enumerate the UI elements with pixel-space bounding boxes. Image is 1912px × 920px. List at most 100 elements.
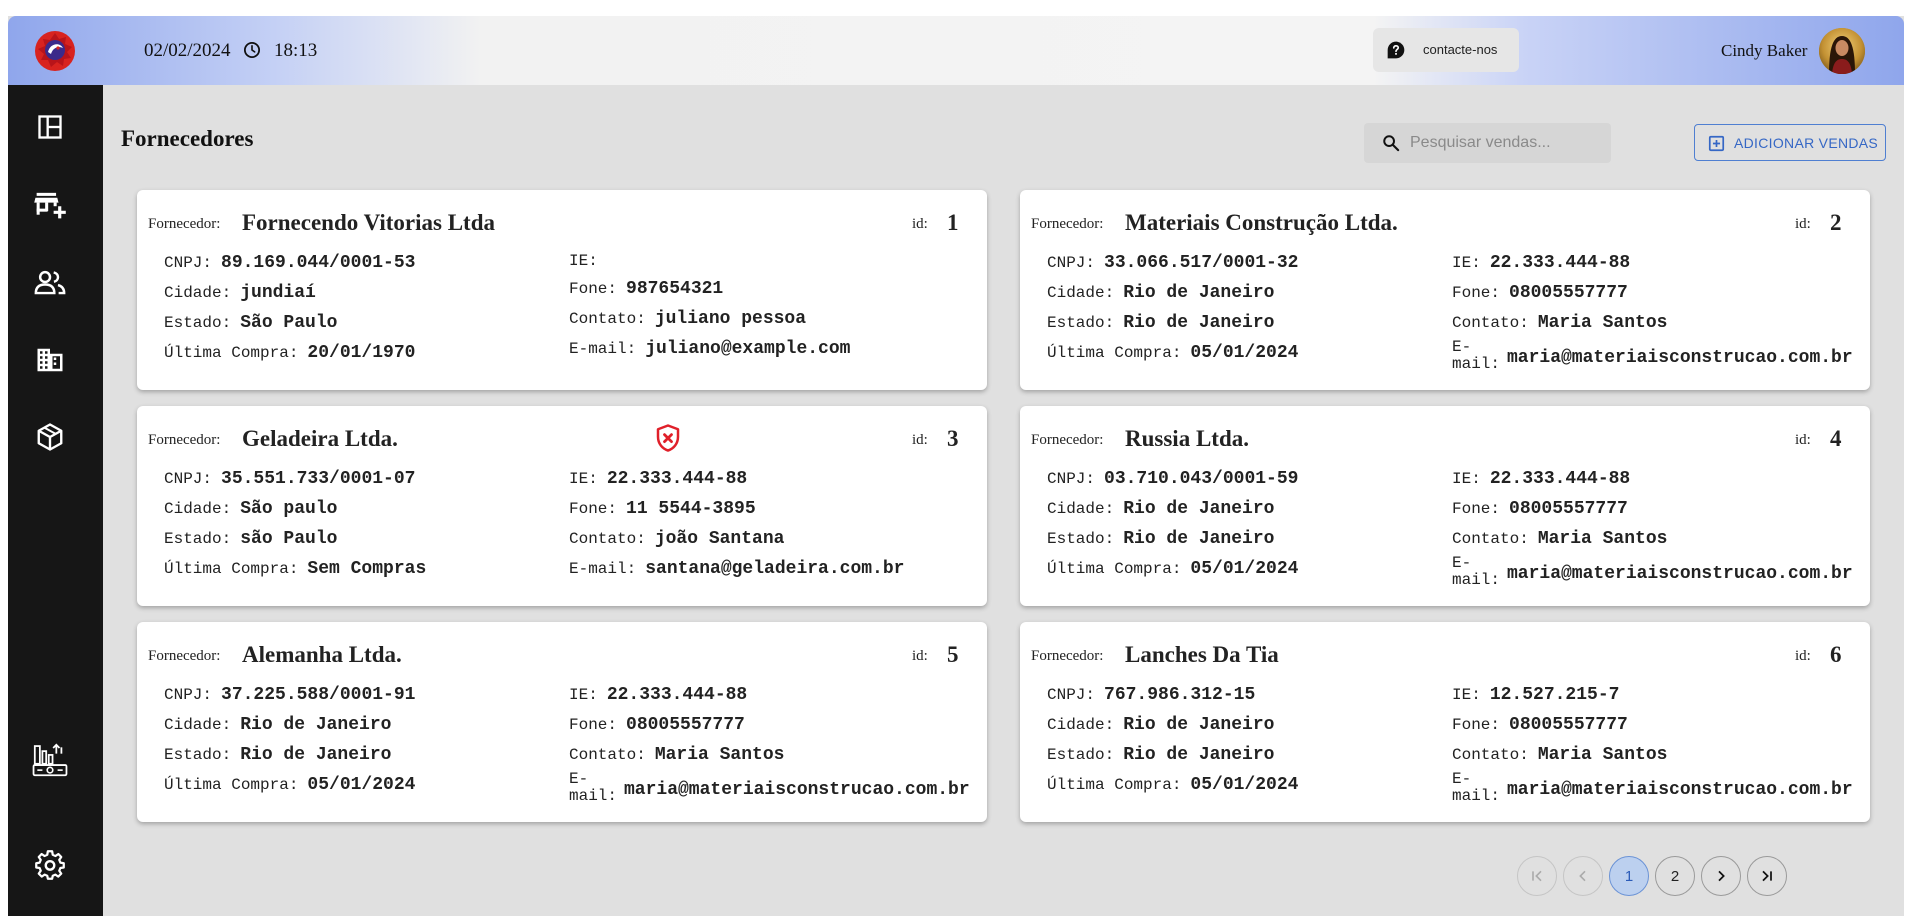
avatar-image (1819, 28, 1865, 74)
sidebar-item-products[interactable] (33, 420, 67, 454)
supplier-label: Fornecedor: (1031, 216, 1104, 232)
contato-value: joão Santana (654, 529, 785, 549)
ultima-compra-label: Última Compra: (1047, 560, 1182, 578)
ie-value: 22.333.444-88 (606, 469, 748, 489)
add-sales-button[interactable]: ADICIONAR VENDAS (1694, 124, 1886, 161)
field-contato: Contato: Maria Santos (569, 746, 784, 764)
sidebar-item-companies[interactable] (33, 343, 67, 377)
supplier-name: Fornecendo Vitorias Ltda (242, 210, 495, 235)
field-ie: IE: 12.527.215-7 (1452, 686, 1619, 704)
brand-logo[interactable] (32, 28, 78, 74)
supplier-card[interactable]: Fornecedor: Fornecendo Vitorias Ltda id:… (137, 190, 987, 390)
cnpj-value: 35.551.733/0001-07 (221, 469, 416, 489)
field-cnpj: CNPJ: 89.169.044/0001-53 (164, 254, 415, 272)
sidebar-item-dashboard[interactable] (33, 110, 67, 144)
top-header: 02/02/2024 18:13 contacte-nos Cindy Bake… (8, 16, 1904, 85)
gear-icon (35, 850, 65, 880)
supplier-card[interactable]: Fornecedor: Geladeira Ltda. id: 3 CNPJ: 3… (137, 406, 987, 606)
id-label: id: (1795, 216, 1811, 232)
cnpj-value: 37.225.588/0001-91 (221, 685, 416, 705)
field-estado: Estado: são Paulo (164, 530, 337, 548)
dashboard-icon (38, 115, 62, 139)
field-fone: Fone: 08005557777 (1452, 284, 1628, 302)
avatar[interactable] (1819, 28, 1865, 74)
supplier-id: 1 (947, 210, 959, 235)
contact-button[interactable]: contacte-nos (1373, 28, 1519, 72)
shield-alert-icon (656, 424, 680, 452)
field-fone: Fone: 11 5544-3895 (569, 500, 756, 518)
contato-value: juliano pessoa (654, 309, 807, 329)
supplier-label: Fornecedor: (1031, 432, 1104, 448)
field-ultima-compra: Última Compra: 05/01/2024 (164, 776, 415, 794)
search-input[interactable] (1410, 123, 1605, 163)
contato-value: Maria Santos (1537, 313, 1668, 333)
chevron-right-icon (1718, 870, 1725, 882)
field-cnpj: CNPJ: 37.225.588/0001-91 (164, 686, 415, 704)
field-estado: Estado: São Paulo (164, 314, 337, 332)
prev-page-button[interactable] (1563, 856, 1603, 896)
estado-label: Estado: (1047, 530, 1115, 548)
email-value: maria@materiaisconstrucao.com.br (1507, 564, 1853, 584)
search-box[interactable] (1364, 123, 1611, 163)
id-label: id: (912, 648, 928, 664)
ultima-compra-value: Sem Compras (307, 559, 427, 579)
first-page-icon (1532, 870, 1542, 882)
supplier-card[interactable]: Fornecedor: Lanches Da Tia id: 6 CNPJ: 76… (1020, 622, 1870, 822)
field-cidade: Cidade: Rio de Janeiro (1047, 500, 1274, 518)
field-ultima-compra: Última Compra: 05/01/2024 (1047, 344, 1298, 362)
ultima-compra-value: 05/01/2024 (307, 775, 416, 795)
sidebar-item-settings[interactable] (33, 848, 67, 882)
ie-label: IE: (569, 470, 598, 488)
clock-icon (243, 41, 261, 59)
supplier-id: 3 (947, 426, 959, 451)
contato-value: Maria Santos (654, 745, 785, 765)
estado-value: Rio de Janeiro (1123, 313, 1275, 333)
sidebar-item-add-product[interactable] (33, 188, 67, 222)
field-ie: IE: 22.333.444-88 (569, 686, 747, 704)
sidebar-item-users[interactable] (33, 265, 67, 299)
last-page-button[interactable] (1747, 856, 1787, 896)
supplier-id: 2 (1830, 210, 1842, 235)
field-email: E-mail: maria@materiaisconstrucao.com.br (1452, 771, 1853, 805)
header-date: 02/02/2024 (144, 40, 231, 61)
ultima-compra-label: Última Compra: (164, 776, 299, 794)
supplier-card[interactable]: Fornecedor: Russia Ltda. id: 4 CNPJ: 03.7… (1020, 406, 1870, 606)
contact-label: contacte-nos (1423, 42, 1498, 57)
field-cidade: Cidade: jundiaí (164, 284, 316, 302)
cnpj-label: CNPJ: (164, 254, 213, 272)
first-page-button[interactable] (1517, 856, 1557, 896)
fone-value: 08005557777 (1509, 499, 1628, 519)
page-button-2[interactable]: 2 (1655, 856, 1695, 896)
field-ultima-compra: Última Compra: 05/01/2024 (1047, 560, 1298, 578)
contato-value: Maria Santos (1537, 745, 1668, 765)
ie-label: IE: (569, 252, 598, 270)
ie-value: 22.333.444-88 (606, 685, 748, 705)
email-value: maria@materiaisconstrucao.com.br (624, 780, 970, 800)
cidade-value: São paulo (240, 499, 338, 519)
email-label: E-mail: (1452, 338, 1501, 373)
id-label: id: (912, 432, 928, 448)
field-cidade: Cidade: Rio de Janeiro (1047, 716, 1274, 734)
fone-value: 08005557777 (1509, 283, 1628, 303)
cidade-label: Cidade: (164, 500, 232, 518)
email-label: E-mail: (569, 340, 637, 358)
sidebar-item-cash[interactable] (31, 741, 69, 779)
search-icon (1383, 135, 1400, 152)
field-email: E-mail: maria@materiaisconstrucao.com.br (1452, 555, 1853, 589)
supplier-card[interactable]: Fornecedor: Alemanha Ltda. id: 5 CNPJ: 37… (137, 622, 987, 822)
supplier-card[interactable]: Fornecedor: Materiais Construção Ltda. i… (1020, 190, 1870, 390)
ultima-compra-value: 05/01/2024 (1190, 343, 1299, 363)
ie-label: IE: (1452, 470, 1481, 488)
next-page-button[interactable] (1701, 856, 1741, 896)
field-cnpj: CNPJ: 35.551.733/0001-07 (164, 470, 415, 488)
supplier-label: Fornecedor: (148, 216, 221, 232)
estado-label: Estado: (164, 746, 232, 764)
estado-value: são Paulo (240, 529, 338, 549)
field-email: E-mail: maria@materiaisconstrucao.com.br (1452, 339, 1853, 373)
cnpj-value: 33.066.517/0001-32 (1104, 253, 1299, 273)
page-button-1[interactable]: 1 (1609, 856, 1649, 896)
ultima-compra-label: Última Compra: (1047, 344, 1182, 362)
cidade-value: Rio de Janeiro (1123, 499, 1275, 519)
field-estado: Estado: Rio de Janeiro (1047, 530, 1274, 548)
cnpj-value: 89.169.044/0001-53 (221, 253, 416, 273)
